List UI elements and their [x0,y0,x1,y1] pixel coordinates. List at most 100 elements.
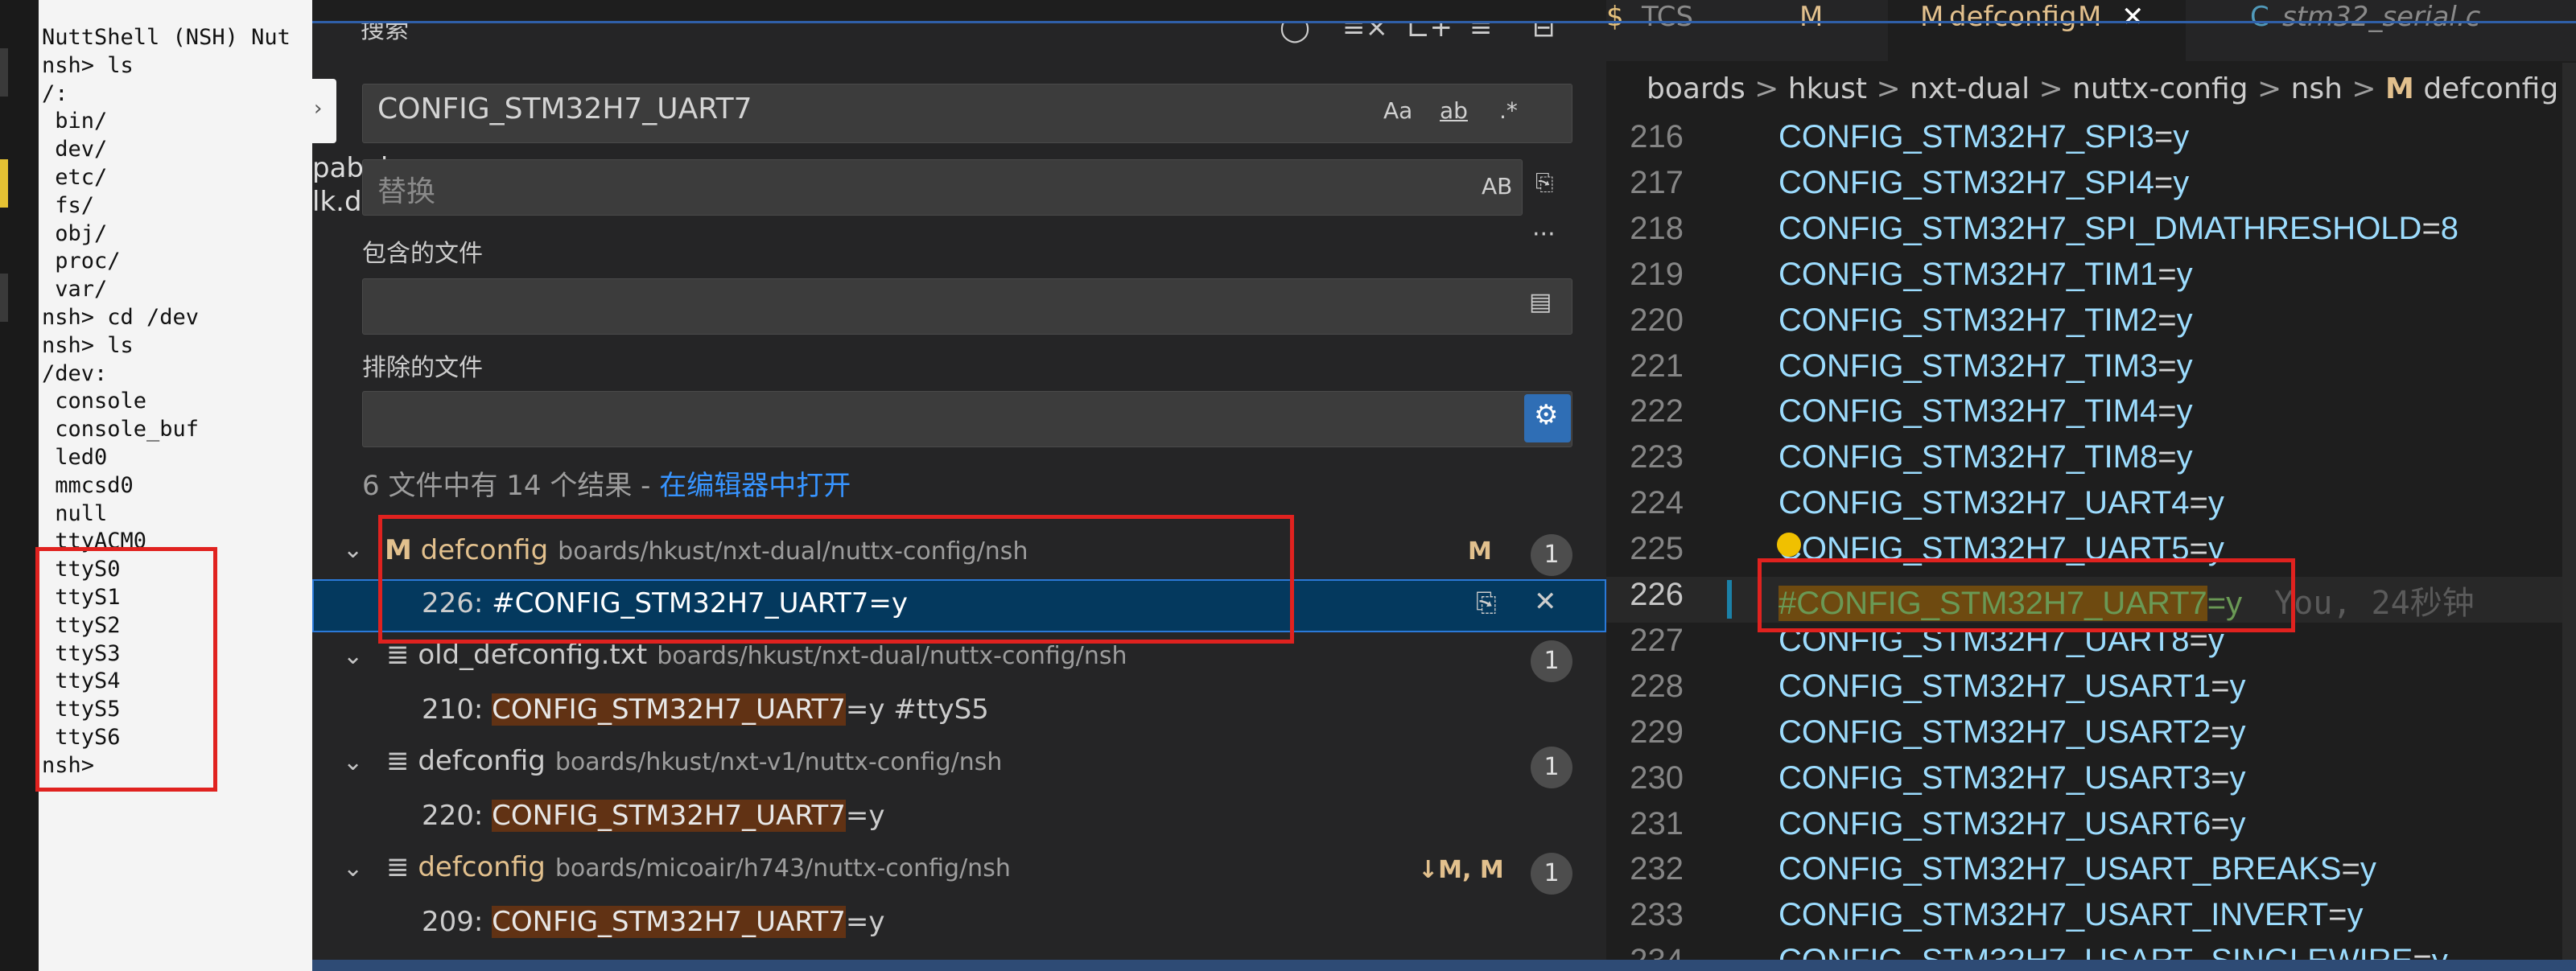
terminal-line: /: [42,80,68,106]
open-in-editor-link[interactable]: 在编辑器中打开 [659,470,851,502]
exclude-input[interactable] [362,391,1572,447]
text-file-icon: ≣ [386,745,410,777]
line-number: 233 [1630,897,1684,933]
terminal-line: NuttShell (NSH) Nut [42,25,291,50]
code-text: CONFIG_STM32H7_USART_BREAKS=y [1778,851,2376,887]
line-number: 217 [1630,164,1684,200]
code-line[interactable]: 220 CONFIG_STM32H7_TIM2=y [1606,302,2576,348]
line-number: 219 [1630,256,1684,292]
code-text: CONFIG_STM32H7_SPI_DMATHRESHOLD=8 [1778,210,2459,246]
match-count-badge: 1 [1531,640,1572,682]
terminal-line: dev/ [42,137,108,163]
code-line[interactable]: 228 CONFIG_STM32H7_USART1=y [1606,669,2576,714]
chevron-down-icon[interactable]: ⌄ [343,748,363,776]
code-line[interactable]: 233 CONFIG_STM32H7_USART_INVERT=y [1606,897,2576,943]
window-frame-bottom [312,960,2576,971]
search-panel: 搜索 ◯ ≡× ⊏+ ≡ ⊟ › pabain- lk.de... CONFIG… [312,23,1606,960]
line-number: 223 [1630,439,1684,475]
clear-results-icon[interactable]: ≡× [1342,23,1388,43]
match-count-badge: 1 [1531,853,1572,895]
code-line[interactable]: 219 CONFIG_STM32H7_TIM1=y [1606,257,2576,302]
code-text: CONFIG_STM32H7_SPI3=y [1778,119,2190,154]
more-options[interactable]: ··· [1532,220,1556,249]
window-frame-top [312,21,2576,23]
breadcrumb-item[interactable]: hkust [1788,72,1867,105]
code-line[interactable]: 230 CONFIG_STM32H7_USART3=y [1606,760,2576,806]
code-text: CONFIG_STM32H7_TIM2=y [1778,302,2193,338]
line-number: 218 [1630,210,1684,246]
result-file-2[interactable]: ≣ old_defconfig.txt boards/hkust/nxt-dual… [386,639,1127,671]
match-line-4[interactable]: 209: CONFIG_STM32H7_UART7=y [422,906,885,938]
result-summary: 6 文件中有 14 个结果 - 在编辑器中打开 [362,470,851,502]
markdown-file-icon: M [1799,1,1824,33]
editor-scrollbar[interactable] [2562,63,2576,971]
regex-toggle[interactable]: .* [1499,97,1518,124]
lightbulb-icon[interactable] [1777,533,1801,557]
terminal-line: null [42,500,108,526]
line-number: 230 [1630,759,1684,796]
use-exclude-settings-button[interactable]: ⚙ [1524,394,1571,442]
refresh-icon[interactable]: ◯ [1280,23,1310,43]
line-number: 227 [1630,622,1684,658]
code-line[interactable]: 232 CONFIG_STM32H7_USART_BREAKS=y [1606,851,2576,897]
breadcrumb-item[interactable]: defconfig [2423,72,2558,105]
include-label: 包含的文件 [362,240,483,268]
search-input[interactable]: CONFIG_STM32H7_UART7 Aa ab .* [362,84,1572,143]
open-editors-only-icon[interactable]: ▤ [1529,288,1552,316]
editor-annotation-box [1758,558,2295,632]
new-search-editor-icon[interactable]: ⊏+ [1407,23,1453,43]
tab-defconfig[interactable]: M defconfig M ✕ [1888,0,2186,61]
match-line-2[interactable]: 210: CONFIG_STM32H7_UART7=y #ttyS5 [422,693,989,726]
terminal-line: fs/ [42,192,95,218]
code-line[interactable]: 222 CONFIG_STM32H7_TIM4=y [1606,393,2576,439]
code-text: CONFIG_STM32H7_UART4=y [1778,485,2224,521]
code-line[interactable]: 221 CONFIG_STM32H7_TIM3=y [1606,348,2576,394]
collapse-all-icon[interactable]: ≡ [1469,23,1493,43]
code-line[interactable]: 217 CONFIG_STM32H7_SPI4=y [1606,165,2576,211]
chevron-down-icon[interactable]: ⌄ [343,854,363,883]
preserve-case-toggle[interactable]: AB [1482,173,1512,200]
replace-match-icon[interactable]: ⎘ [1476,587,1497,619]
chevron-down-icon[interactable]: ⌄ [343,536,363,564]
code-line[interactable]: 231 CONFIG_STM32H7_USART6=y [1606,806,2576,852]
result-file-4[interactable]: ≣ defconfig boards/micoair/h743/nuttx-con… [386,851,1011,883]
result-file-3[interactable]: ≣ defconfig boards/hkust/nxt-v1/nuttx-con… [386,745,1002,777]
line-number: 224 [1630,485,1684,521]
dismiss-match-icon[interactable]: ✕ [1534,586,1557,618]
terminal-line: mmcsd0 [42,472,134,498]
code-line[interactable]: 224 CONFIG_STM32H7_UART4=y [1606,485,2576,531]
line-number: 226 [1630,577,1684,612]
breadcrumb-item[interactable]: boards [1647,72,1745,105]
replace-all-icon[interactable]: ⎘ [1535,169,1553,196]
code-line[interactable]: 218 CONFIG_STM32H7_SPI_DMATHRESHOLD=8 [1606,211,2576,257]
match-case-toggle[interactable]: Aa [1383,97,1412,124]
include-input[interactable] [362,278,1572,335]
terminal-line: console [42,389,147,414]
code-line[interactable]: 229 CONFIG_STM32H7_USART2=y [1606,714,2576,760]
terminal-line: console_buf [42,417,200,442]
code-text: CONFIG_STM32H7_TIM8=y [1778,439,2193,475]
nsh-terminal[interactable]: NuttShell (NSH) Nut nsh> ls/: bin/ dev/ e… [39,24,312,971]
close-icon[interactable]: ✕ [2121,0,2145,40]
breadcrumb-item[interactable]: nuttx-config [2072,72,2248,105]
breadcrumb-item[interactable]: nsh [2291,72,2343,105]
code-line[interactable]: 223 CONFIG_STM32H7_TIM8=y [1606,439,2576,485]
line-number: 216 [1630,119,1684,154]
tab-stm32-serial[interactable]: C stm32_serial.c [2226,0,2564,61]
code-editor: $ TCS M M defconfig M ✕ C stm32_serial.c… [1606,0,2576,971]
breadcrumb-item[interactable]: nxt-dual [1910,72,2030,105]
terminal-annotation-box [35,547,217,792]
view-as-tree-icon[interactable]: ⊟ [1532,23,1556,43]
breadcrumb: boards > hkust > nxt-dual > nuttx-config… [1647,72,2559,105]
code-text: CONFIG_STM32H7_USART6=y [1778,805,2246,841]
match-line-3[interactable]: 220: CONFIG_STM32H7_UART7=y [422,800,885,832]
whole-word-toggle[interactable]: ab [1440,97,1468,124]
indicator-mark [0,159,8,208]
editor-tabs: $ TCS M M defconfig M ✕ C stm32_serial.c [1606,0,2576,61]
line-number: 231 [1630,805,1684,841]
chevron-down-icon[interactable]: ⌄ [343,642,363,670]
tab-tcs[interactable]: $ TCS M [1606,0,1856,61]
replace-input[interactable]: 替换 AB [362,159,1523,216]
code-line[interactable]: 216 CONFIG_STM32H7_SPI3=y [1606,119,2576,165]
code-text: CONFIG_STM32H7_TIM4=y [1778,393,2193,430]
